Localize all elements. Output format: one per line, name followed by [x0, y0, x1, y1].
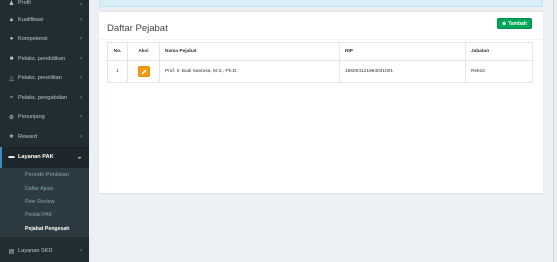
submenu-item-pejabat-pengesah[interactable]: Pejabat Pengesah: [0, 222, 89, 235]
cell-jabatan: Rektor: [465, 60, 533, 83]
sidebar-item-label: Pelaks. penelitian: [18, 75, 62, 82]
add-button-label: Tambah: [508, 20, 527, 27]
scrollbar-track[interactable]: [553, 0, 554, 262]
folder-icon: ▬: [8, 154, 15, 160]
sidebar-item-pelaks-pengabdian[interactable]: ≈ Pelaks. pengabdian ‹: [0, 88, 89, 108]
sidebar-item-kualifikasi[interactable]: ▲ Kualifikasi ‹: [0, 10, 89, 30]
column-header-aksi[interactable]: Aksi: [127, 42, 160, 61]
sidebar-item-reward[interactable]: ★ Reward ‹: [0, 127, 89, 147]
pencil-icon: [141, 69, 146, 74]
pejabat-box: Daftar Pejabat ⊕ Tambah No. Aksi Nama Pe…: [99, 11, 543, 193]
list-icon: ▤: [8, 248, 15, 255]
sidebar-item-kompetensi[interactable]: ● Kompetensi ‹: [0, 30, 89, 50]
sidebar-item-label: Layanan SKD: [18, 248, 53, 255]
column-header-nama[interactable]: Nama Pejabat: [159, 42, 340, 61]
submenu-item-daftar-ajuan[interactable]: Daftar Ajuan: [0, 182, 89, 195]
pejabat-table: No. Aksi Nama Pejabat NIP Jabatan 1 Prof…: [107, 42, 533, 83]
user-icon: ♟: [8, 1, 15, 7]
sidebar: ♟ Profil ‹ ▲ Kualifikasi ‹ ● Kompetensi …: [0, 0, 89, 262]
chevron-left-icon: ‹: [80, 75, 82, 82]
cell-nama: Prof. Ir. Budi Santosa, M.S., Ph.D.: [159, 60, 340, 83]
submenu-item-peer-review[interactable]: Peer Review: [0, 195, 89, 208]
table-row: 1 Prof. Ir. Budi Santosa, M.S., Ph.D. 19…: [107, 60, 533, 83]
submenu-layanan-pak: Periode Penilaian Daftar Ajuan Peer Revi…: [0, 167, 89, 238]
chevron-down-icon: ⌄: [76, 154, 82, 161]
chevron-left-icon: ‹: [80, 133, 82, 140]
sidebar-item-layanan-pak[interactable]: ▬ Layanan PAK ⌄: [0, 146, 89, 168]
sidebar-item-profil[interactable]: ♟ Profil ‹: [0, 0, 89, 10]
chevron-left-icon: ‹: [80, 55, 82, 62]
chevron-left-icon: ‹: [80, 36, 82, 43]
chevron-left-icon: ‹: [80, 248, 82, 255]
page-title: Daftar Pejabat: [107, 23, 168, 34]
sidebar-item-label: Layanan PAK: [18, 154, 54, 160]
sidebar-item-label: Pelaks. pengabdian: [18, 94, 68, 101]
column-header-no[interactable]: No.: [107, 42, 128, 61]
chevron-left-icon: ‹: [80, 2, 82, 8]
submenu-item-periode-penilaian[interactable]: Periode Penilaian: [0, 169, 89, 182]
sidebar-item-label: Kualifikasi: [18, 16, 44, 23]
submenu-item-penilai-pak[interactable]: Penilai PAK: [0, 209, 89, 222]
sidebar-item-pelaks-penelitian[interactable]: △ Pelaks. penelitian ‹: [0, 69, 89, 89]
chevron-left-icon: ‹: [80, 94, 82, 101]
sidebar-item-layanan-skd[interactable]: ▤ Layanan SKD ‹: [0, 241, 89, 261]
sidebar-item-label: Kompetensi: [18, 36, 48, 43]
chevron-left-icon: ‹: [80, 16, 82, 23]
trophy-icon: ★: [8, 134, 15, 141]
book-icon: ■: [9, 55, 14, 62]
table-header-row: No. Aksi Nama Pejabat NIP Jabatan: [107, 42, 533, 61]
flask-icon: △: [9, 75, 14, 82]
sidebar-item-penunjang[interactable]: ⚙ Penunjang ‹: [0, 108, 89, 128]
cell-no: 1: [107, 60, 128, 83]
users-icon: ●: [9, 36, 14, 43]
sidebar-item-label: Reward: [18, 133, 38, 140]
chevron-left-icon: ‹: [80, 114, 82, 121]
hands-icon: ≈: [9, 94, 14, 101]
sidebar-item-label: Pelaks. pendidikan: [18, 55, 65, 62]
edit-button[interactable]: [137, 66, 150, 77]
sidebar-item-pelaks-pendidikan[interactable]: ■ Pelaks. pendidikan ‹: [0, 49, 89, 69]
plus-circle-icon: ⊕: [501, 20, 507, 27]
cell-nip: 196004121984031001: [339, 60, 466, 83]
column-header-jabatan[interactable]: Jabatan: [465, 42, 533, 61]
sidebar-item-label: Penunjang: [18, 114, 45, 121]
graduation-cap-icon: ▲: [8, 16, 15, 23]
add-button[interactable]: ⊕ Tambah: [496, 18, 532, 29]
gear-icon: ⚙: [8, 114, 15, 121]
sidebar-item-label: Profil: [18, 0, 31, 6]
info-alert: [99, 0, 543, 7]
box-divider: [99, 39, 543, 40]
cell-aksi: [127, 60, 160, 83]
column-header-nip[interactable]: NIP: [339, 42, 466, 61]
